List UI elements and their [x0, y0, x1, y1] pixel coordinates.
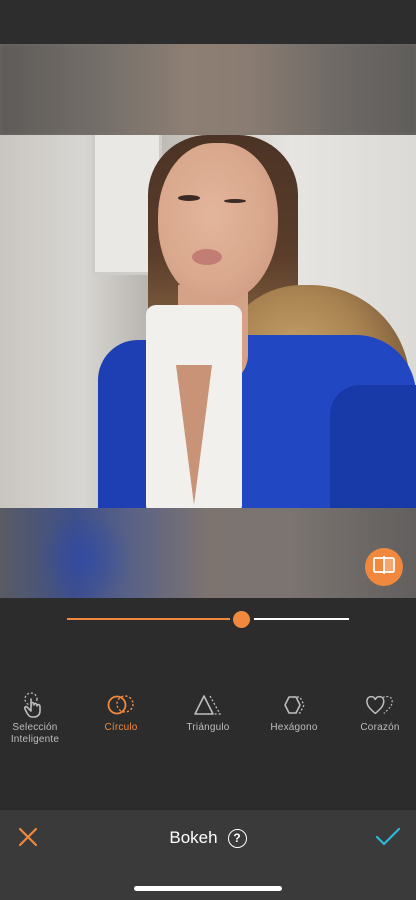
- bokeh-blur-top: [0, 44, 416, 135]
- photo-face: [158, 143, 278, 303]
- tool-hexagon[interactable]: Hexágono: [252, 692, 336, 734]
- bokeh-blur-bottom: [0, 508, 416, 598]
- page-title: Bokeh: [169, 828, 218, 847]
- tool-circle[interactable]: Círculo: [79, 692, 163, 734]
- compare-split-icon: [373, 555, 395, 579]
- slider-fill: [67, 618, 230, 620]
- tool-label: Corazón: [360, 722, 400, 733]
- confirm-button[interactable]: [374, 826, 402, 852]
- bottom-bar: Bokeh ?: [0, 810, 416, 900]
- intensity-slider[interactable]: [67, 611, 349, 628]
- slider-thumb[interactable]: [233, 611, 250, 628]
- circle-shapes-icon: [106, 692, 136, 718]
- tool-label: Círculo: [104, 722, 138, 733]
- tool-heart[interactable]: Corazón: [338, 692, 416, 734]
- photo-lips: [192, 249, 222, 265]
- photo-eye-right: [224, 199, 246, 203]
- tool-triangle[interactable]: Triángulo: [166, 692, 250, 734]
- smart-select-hand-icon: [20, 692, 50, 718]
- photo-eye-left: [178, 195, 200, 201]
- photo-jacket-shade: [330, 385, 416, 508]
- photo-image: [0, 135, 416, 508]
- checkmark-icon: [375, 827, 401, 852]
- tool-label: Triángulo: [186, 722, 230, 733]
- tool-label: Hexágono: [270, 722, 318, 733]
- status-bar: [0, 0, 416, 44]
- shape-tools-bar: SelecciónInteligente Círculo Triángulo: [0, 692, 416, 752]
- home-indicator: [134, 886, 282, 891]
- tool-label: Selección Inteligente: [10, 722, 60, 745]
- screen-title: Bokeh ?: [0, 827, 416, 849]
- photo-canvas[interactable]: [0, 44, 416, 598]
- heart-shapes-icon: [365, 692, 395, 718]
- hexagon-shapes-icon: [279, 692, 309, 718]
- tool-smart-selection[interactable]: Selección Inteligente: [0, 692, 77, 746]
- help-question-icon[interactable]: ?: [227, 828, 247, 848]
- compare-button[interactable]: [365, 548, 403, 586]
- triangle-shapes-icon: [193, 692, 223, 718]
